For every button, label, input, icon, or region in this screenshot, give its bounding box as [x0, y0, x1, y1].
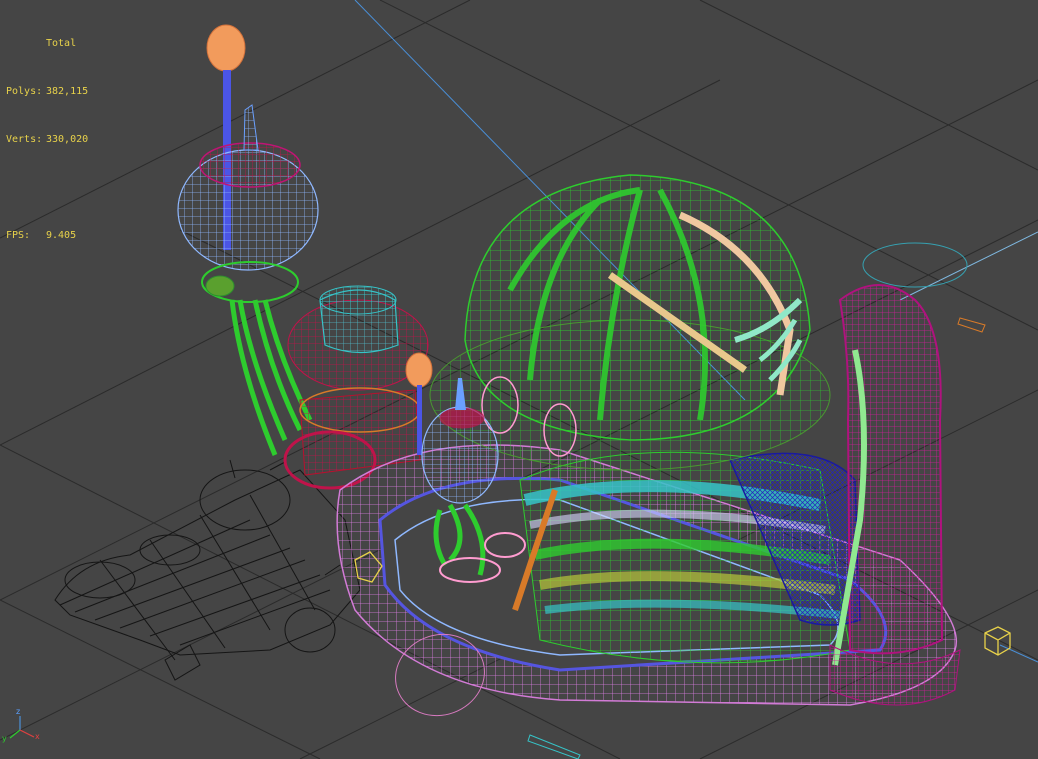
- dome-lower: [519, 451, 861, 664]
- left-tower: [177, 24, 319, 456]
- magenta-arch: [829, 242, 986, 706]
- verts-label: Verts:: [6, 134, 43, 145]
- polys-value: 382,115: [46, 86, 89, 97]
- stats-title: Total: [46, 38, 77, 49]
- axis-label-y: y: [2, 734, 7, 743]
- orange-bulb-small: [405, 352, 433, 388]
- polys-label: Polys:: [6, 86, 43, 97]
- viewport-statistics: Total Polys: 382,115 Verts: 330,020 FPS: 9.…: [6, 4, 88, 276]
- stats-fps-row: FPS: 9.405: [6, 228, 88, 244]
- stats-verts-row: Verts: 330,020: [6, 132, 88, 148]
- fps-value: 9.405: [46, 230, 77, 241]
- orange-bulb-top: [206, 24, 246, 72]
- stats-polys-row: Polys: 382,115: [6, 84, 88, 100]
- stats-spacer: [6, 180, 88, 196]
- world-axis-light: [899, 231, 1038, 301]
- verts-value: 330,020: [46, 134, 89, 145]
- helper-box: [984, 626, 1011, 656]
- 3d-viewport[interactable]: z y x Total Polys: 382,115 Verts: 330,020 …: [0, 0, 1038, 759]
- fps-label: FPS:: [6, 230, 31, 241]
- wireframe-scene[interactable]: [0, 0, 1038, 759]
- axis-label-z: z: [16, 707, 21, 716]
- vehicle-wireframe: [54, 459, 361, 681]
- axis-gizmo: [9, 716, 35, 739]
- axis-label-x: x: [35, 732, 40, 741]
